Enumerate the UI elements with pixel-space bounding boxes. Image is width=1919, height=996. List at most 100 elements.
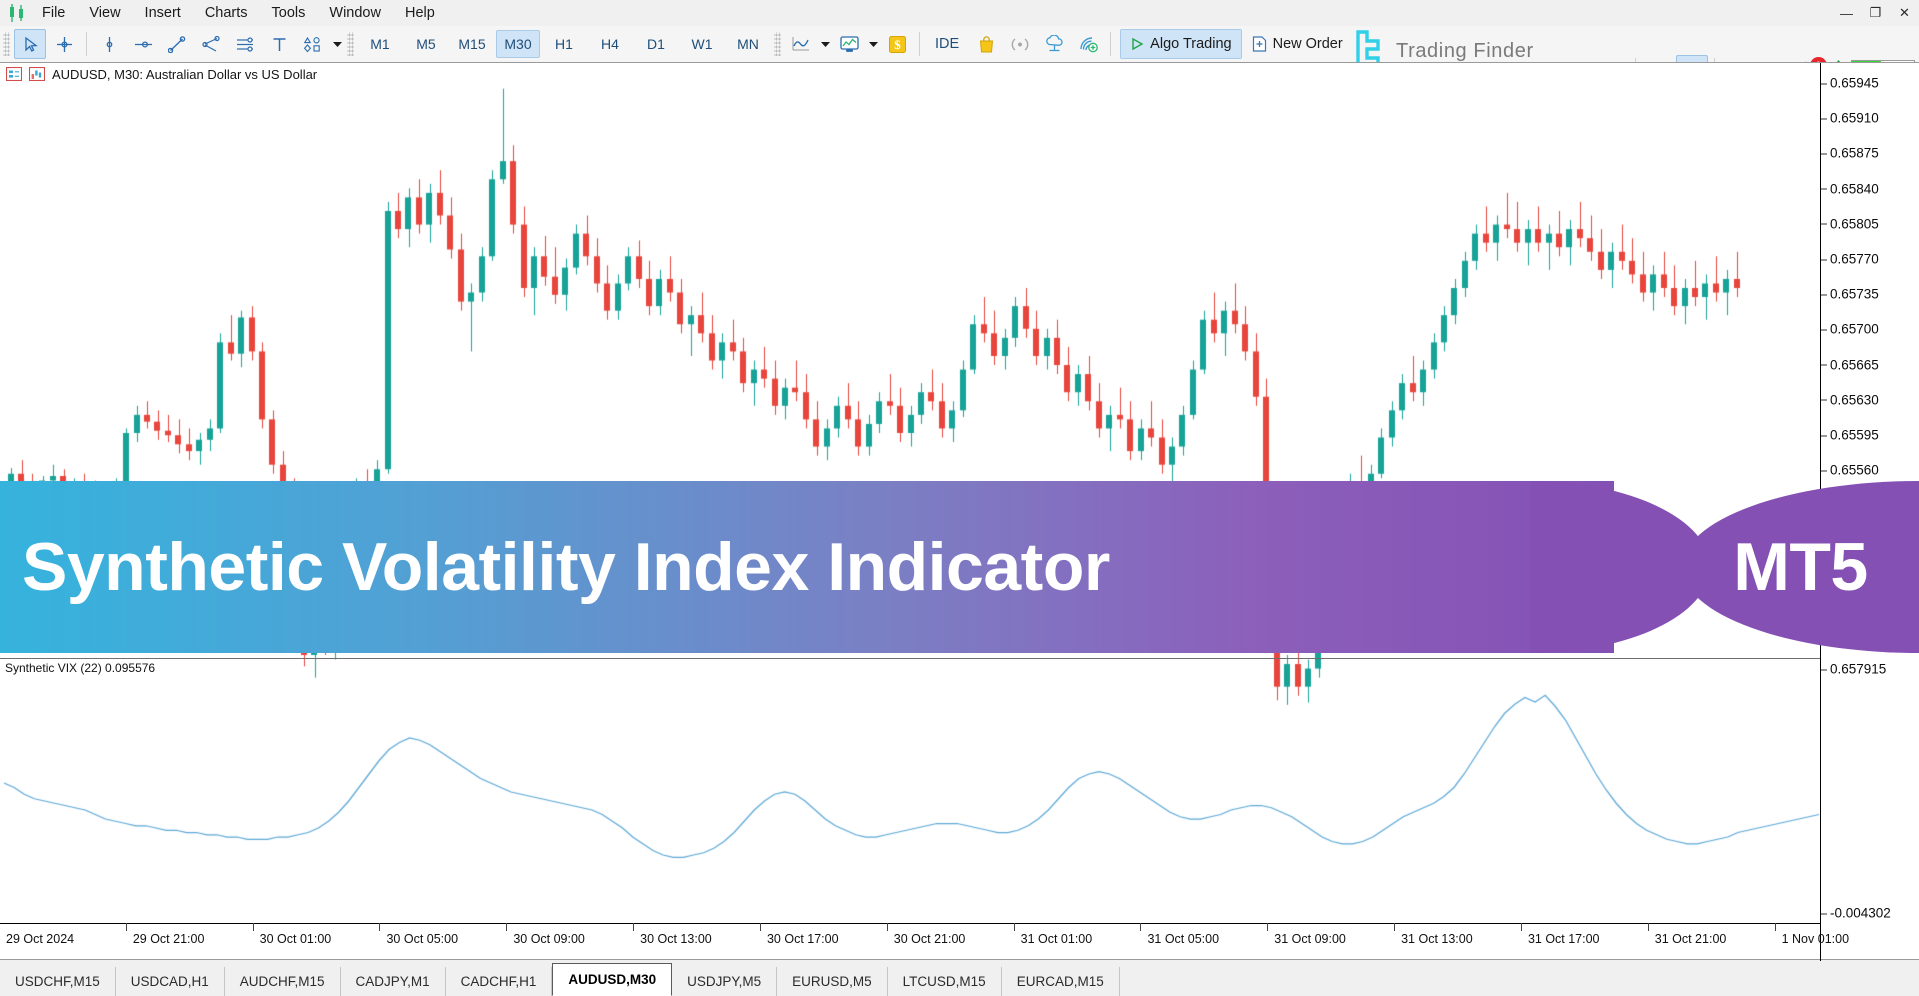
time-tick: 30 Oct 05:00 <box>379 923 459 946</box>
time-tick: 31 Oct 17:00 <box>1520 923 1600 946</box>
indicator-separator <box>0 658 1820 659</box>
timeframe-d1[interactable]: D1 <box>634 30 678 58</box>
menu-item-window[interactable]: Window <box>318 2 392 24</box>
play-triangle-icon <box>1132 37 1144 51</box>
mt5-application-window: File View Insert Charts Tools Window Hel… <box>0 0 1919 996</box>
chart-tab-audusd-m30[interactable]: AUDUSD,M30 <box>552 963 673 996</box>
new-order-button[interactable]: New Order <box>1242 29 1353 59</box>
time-axis[interactable]: 29 Oct 2024 29 Oct 21:00 30 Oct 01:00 30 Oc… <box>0 923 1849 960</box>
signals-button[interactable] <box>1004 29 1036 59</box>
chart-type-caret-icon[interactable] <box>818 31 832 57</box>
price-tick: 0.65910 <box>1821 111 1879 126</box>
time-tick: 31 Oct 01:00 <box>1013 923 1093 946</box>
timeframe-m5[interactable]: M5 <box>404 30 448 58</box>
maximize-button[interactable]: ❐ <box>1861 1 1890 25</box>
tools-divider <box>919 32 920 56</box>
menu-bar: File View Insert Charts Tools Window Hel… <box>0 0 1919 27</box>
metaeditor-ide-button[interactable]: IDE <box>925 29 969 59</box>
chart-tab-eurcad-m15[interactable]: EURCAD,M15 <box>1002 967 1120 996</box>
equidistant-channel-tool-button[interactable] <box>229 29 261 59</box>
horizontal-line-tool-button[interactable] <box>127 29 159 59</box>
time-tick: 29 Oct 2024 <box>6 932 75 946</box>
timeframe-grip[interactable] <box>347 32 354 56</box>
menu-item-charts[interactable]: Charts <box>194 2 259 24</box>
price-tick: 0.65630 <box>1821 392 1879 407</box>
ide-label: IDE <box>935 36 960 52</box>
time-tick: 31 Oct 13:00 <box>1394 923 1473 946</box>
chart-tab-cadchf-h1[interactable]: CADCHF,H1 <box>446 967 553 996</box>
new-order-label: New Order <box>1272 36 1343 52</box>
chart-tab-usdchf-m15[interactable]: USDCHF,M15 <box>0 967 116 996</box>
indicators-button[interactable] <box>833 29 865 59</box>
chart-area[interactable]: AUDUSD, M30: Australian Dollar vs US Dol… <box>0 62 1919 961</box>
price-tick: 0.65875 <box>1821 146 1879 161</box>
one-click-trading-button[interactable]: $ <box>881 29 913 59</box>
chart-tab-usdcad-h1[interactable]: USDCAD,H1 <box>116 967 225 996</box>
synthetic-vix-indicator-canvas <box>0 63 1820 925</box>
timeframe-w1[interactable]: W1 <box>680 30 724 58</box>
crosshair-tool-button[interactable] <box>48 29 80 59</box>
timeframe-mn[interactable]: MN <box>726 30 770 58</box>
algo-trading-button[interactable]: Algo Trading <box>1120 29 1242 59</box>
time-tick: 30 Oct 09:00 <box>506 923 585 946</box>
time-tick: 31 Oct 21:00 <box>1647 923 1727 946</box>
indicator-axis-tick: -0.004302 <box>1821 906 1891 921</box>
indicators-caret-icon[interactable] <box>866 31 880 57</box>
vps-cloud-button[interactable] <box>1038 29 1070 59</box>
chart-properties-icon <box>29 67 45 81</box>
copy-trading-button[interactable] <box>1072 29 1104 59</box>
price-tick: 0.65490 <box>1821 533 1879 548</box>
window-controls: — ❐ ✕ <box>1832 0 1919 26</box>
timeframe-m1[interactable]: M1 <box>358 30 402 58</box>
menu-item-view[interactable]: View <box>78 2 131 24</box>
time-tick: 30 Oct 01:00 <box>252 923 332 946</box>
price-tick: 0.65735 <box>1821 287 1879 302</box>
time-tick: 1 Nov 01:00 <box>1774 923 1850 946</box>
menu-item-help[interactable]: Help <box>394 2 446 24</box>
price-axis[interactable]: 0.65945 0.65910 0.65875 0.65840 0.65805 0.657… <box>1820 63 1919 961</box>
vertical-line-tool-button[interactable] <box>93 29 125 59</box>
chart-tab-usdjpy-m5[interactable]: USDJPY,M5 <box>672 967 778 996</box>
time-tick: 30 Oct 13:00 <box>633 923 712 946</box>
algo-trading-label: Algo Trading <box>1150 36 1232 52</box>
new-order-plus-icon <box>1252 36 1266 52</box>
menu-item-file[interactable]: File <box>31 2 76 24</box>
svg-text:$: $ <box>894 37 901 52</box>
time-tick: 31 Oct 09:00 <box>1267 923 1346 946</box>
minimize-button[interactable]: — <box>1832 1 1861 25</box>
charttools-grip[interactable] <box>774 32 781 56</box>
time-tick: 30 Oct 17:00 <box>760 923 839 946</box>
shapes-tool-button[interactable] <box>297 29 329 59</box>
chart-tab-bar: USDCHF,M15 USDCAD,H1 AUDCHF,M15 CADJPY,M… <box>0 959 1919 996</box>
text-label-tool-button[interactable] <box>263 29 295 59</box>
market-bag-button[interactable] <box>970 29 1002 59</box>
trendline-tool-button[interactable] <box>161 29 193 59</box>
chart-tab-cadjpy-m1[interactable]: CADJPY,M1 <box>341 967 446 996</box>
close-button[interactable]: ✕ <box>1890 1 1919 25</box>
chart-tab-ltcusd-m15[interactable]: LTCUSD,M15 <box>888 967 1002 996</box>
cursor-tool-button[interactable] <box>14 29 46 59</box>
brand-name: Trading Finder <box>1396 39 1534 62</box>
toolbar-grip[interactable] <box>3 32 10 56</box>
timeframe-h4[interactable]: H4 <box>588 30 632 58</box>
timeframe-m15[interactable]: M15 <box>450 30 494 58</box>
price-tick: 0.65805 <box>1821 216 1879 231</box>
timeframe-h1[interactable]: H1 <box>542 30 586 58</box>
menu-item-insert[interactable]: Insert <box>134 2 192 24</box>
chart-tab-audchf-m15[interactable]: AUDCHF,M15 <box>225 967 341 996</box>
price-tick: 0.65595 <box>1821 428 1879 443</box>
chart-header: AUDUSD, M30: Australian Dollar vs US Dol… <box>0 63 317 85</box>
indicator-axis-tick: 0.657915 <box>1821 662 1886 677</box>
time-tick: 30 Oct 21:00 <box>886 923 966 946</box>
price-tick: 0.65770 <box>1821 252 1879 267</box>
indicator-label: Synthetic VIX (22) 0.095576 <box>5 661 156 675</box>
polyline-tool-button[interactable] <box>195 29 227 59</box>
chart-type-button[interactable] <box>785 29 817 59</box>
menu-item-tools[interactable]: Tools <box>261 2 317 24</box>
chart-tab-eurusd-m5[interactable]: EURUSD,M5 <box>777 967 888 996</box>
price-tick: 0.65455 <box>1821 568 1879 583</box>
shapes-dropdown-caret-icon[interactable] <box>330 31 344 57</box>
timeframe-m30[interactable]: M30 <box>496 30 540 58</box>
main-toolbar: M1 M5 M15 M30 H1 H4 D1 W1 MN $ IDE Algo … <box>0 26 1919 85</box>
price-tick: 0.65560 <box>1821 463 1879 478</box>
